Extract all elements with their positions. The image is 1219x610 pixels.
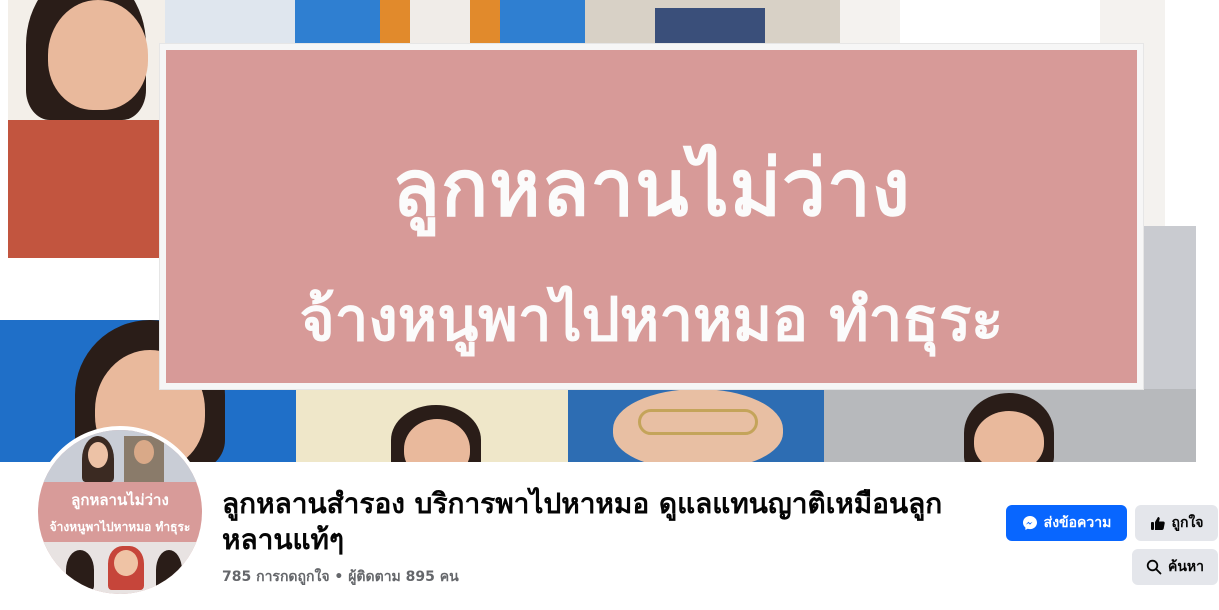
avatar-bottom-photos: [38, 542, 202, 594]
profile-picture[interactable]: ลูกหลานไม่ว่าง จ้างหนูพาไปหาหมอ ทำธุระ: [34, 426, 206, 598]
collage-photo-2: [165, 0, 295, 44]
collage-photo-8: [296, 389, 568, 462]
search-label: ค้นหา: [1167, 559, 1205, 575]
thumbs-up-icon: [1150, 515, 1166, 531]
send-message-label: ส่งข้อความ: [1043, 515, 1112, 531]
send-message-button[interactable]: ส่งข้อความ: [1006, 505, 1127, 541]
banner-subheadline: จ้างหนูพาไปหาหมอ ทำธุระ: [299, 285, 1004, 355]
collage-photo-10: [824, 389, 1196, 462]
search-button[interactable]: ค้นหา: [1132, 549, 1218, 585]
avatar-subheadline: จ้างหนูพาไปหาหมอ ทำธุระ: [49, 520, 191, 534]
collage-photo-3: [295, 0, 585, 44]
messenger-icon: [1022, 515, 1038, 531]
banner-headline: ลูกหลานไม่ว่าง: [392, 144, 911, 234]
avatar-photo-strip: [38, 430, 202, 482]
like-button[interactable]: ถูกใจ: [1135, 505, 1218, 541]
collage-photo-9: [568, 389, 824, 462]
cover-banner: ลูกหลานไม่ว่าง จ้างหนูพาไปหาหมอ ทำธุระ: [160, 44, 1143, 389]
search-icon: [1146, 559, 1162, 575]
collage-photo-4: [585, 0, 840, 44]
page-title: ลูกหลานสำรอง บริการพาไปหาหมอ ดูแลแทนญาติ…: [222, 487, 943, 556]
like-label: ถูกใจ: [1171, 515, 1204, 531]
cover-photo[interactable]: ลูกหลานไม่ว่าง จ้างหนูพาไปหาหมอ ทำธุระ: [0, 0, 1219, 462]
avatar-headline: ลูกหลานไม่ว่าง: [71, 491, 169, 509]
page-stats[interactable]: 785 การกดถูกใจ • ผู้ติดตาม 895 คน: [222, 566, 459, 588]
collage-photo-1: [8, 0, 165, 258]
